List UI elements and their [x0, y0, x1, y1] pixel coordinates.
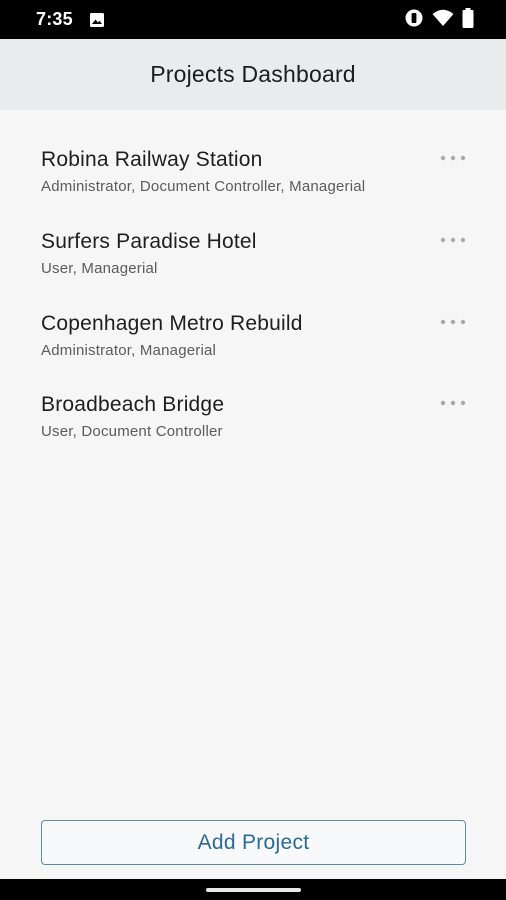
project-roles: Administrator, Managerial — [41, 342, 217, 359]
more-options-button[interactable] — [436, 395, 470, 411]
more-horizontal-icon — [440, 155, 466, 161]
project-list-item[interactable]: Robina Railway Station Administrator, Do… — [0, 148, 506, 222]
home-indicator[interactable] — [206, 888, 301, 892]
project-roles: User, Document Controller — [41, 423, 223, 440]
project-roles: User, Managerial — [41, 260, 158, 277]
status-bar: 7:35 — [0, 0, 506, 39]
app-screen: 7:35 Projects Dashboard Robina Railway S… — [0, 0, 506, 900]
project-name: Robina Railway Station — [41, 148, 263, 171]
project-name: Broadbeach Bridge — [41, 393, 225, 416]
project-name: Surfers Paradise Hotel — [41, 230, 257, 253]
image-icon — [89, 12, 105, 28]
vibrate-icon — [404, 8, 424, 33]
project-list-item[interactable]: Copenhagen Metro Rebuild Administrator, … — [0, 312, 506, 386]
more-horizontal-icon — [440, 319, 466, 325]
add-project-button[interactable]: Add Project — [41, 820, 466, 865]
more-horizontal-icon — [440, 400, 466, 406]
more-options-button[interactable] — [436, 314, 470, 330]
more-horizontal-icon — [440, 237, 466, 243]
status-time: 7:35 — [36, 9, 73, 29]
battery-icon — [462, 7, 474, 33]
project-list-item[interactable]: Surfers Paradise Hotel User, Managerial — [0, 230, 506, 304]
status-icons — [404, 7, 474, 33]
project-list-item[interactable]: Broadbeach Bridge User, Document Control… — [0, 393, 506, 467]
more-options-button[interactable] — [436, 232, 470, 248]
app-bar: Projects Dashboard — [0, 39, 506, 110]
more-options-button[interactable] — [436, 150, 470, 166]
page-title: Projects Dashboard — [150, 61, 356, 87]
wifi-icon — [432, 9, 454, 32]
project-roles: Administrator, Document Controller, Mana… — [41, 178, 366, 195]
system-nav-bar — [0, 879, 506, 900]
footer: Add Project — [41, 820, 466, 865]
project-name: Copenhagen Metro Rebuild — [41, 312, 303, 335]
